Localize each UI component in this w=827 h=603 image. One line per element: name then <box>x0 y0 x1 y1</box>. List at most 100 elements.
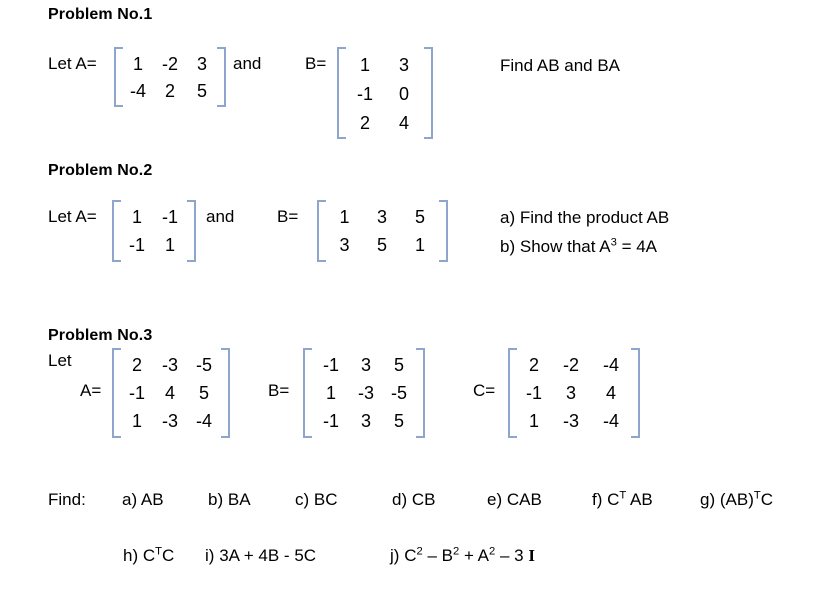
find-item-g: g) (AB)TC <box>700 489 773 512</box>
item-base: C <box>142 546 156 565</box>
item-marker: c) <box>295 490 310 509</box>
item-term-2: – B <box>422 546 453 565</box>
item-marker: e) <box>487 490 503 509</box>
item-marker: g) <box>700 490 716 509</box>
bracket-left <box>303 348 312 438</box>
problem-2-matrix-a: 1 -1 -1 1 <box>112 200 196 262</box>
matrix-cell: -2 <box>161 53 178 74</box>
task-text-post: = 4A <box>616 237 658 256</box>
matrix-a-grid: 1 -1 -1 1 <box>121 200 187 262</box>
matrix-c-grid: 2 -2 -4 -1 3 4 1 -3 -4 <box>517 348 631 438</box>
item-marker: j) <box>390 546 400 565</box>
matrix-cell: 5 <box>196 80 207 101</box>
task-text-pre: Show that A <box>519 237 611 256</box>
problem-1-and-label: and <box>233 54 262 73</box>
matrix-cell: -1 <box>525 383 542 403</box>
matrix-cell: -1 <box>356 83 373 104</box>
task-text: Find the product AB <box>519 208 670 227</box>
bracket-left <box>337 47 346 139</box>
item-rest: C <box>760 490 773 509</box>
problem-2-task-b: b) Show that A3 = 4A <box>500 236 657 259</box>
matrix-a-grid: 1 -2 3 -4 2 5 <box>123 47 217 107</box>
bracket-left <box>112 200 121 262</box>
matrix-cell: -5 <box>195 355 212 375</box>
bracket-right <box>439 200 448 262</box>
bracket-left <box>317 200 326 262</box>
matrix-cell: 2 <box>131 355 142 375</box>
matrix-cell: 5 <box>198 383 209 403</box>
matrix-cell: 1 <box>164 235 175 255</box>
bracket-right <box>424 47 433 139</box>
problem-2-b-label: B= <box>277 207 299 226</box>
matrix-cell: 5 <box>393 411 404 431</box>
problem-1-matrix-b: 1 3 -1 0 2 4 <box>337 47 433 139</box>
problem-3-c-label: C= <box>473 381 496 400</box>
bracket-right <box>631 348 640 438</box>
item-marker: h) <box>123 546 139 565</box>
item-expr: AB <box>140 490 164 509</box>
task-marker: a) <box>500 208 516 227</box>
matrix-cell: 1 <box>131 411 142 431</box>
matrix-cell: 1 <box>359 54 370 75</box>
item-expr: 3A + 4B - 5C <box>219 546 317 565</box>
item-expr: BA <box>227 490 251 509</box>
find-item-e: e) CAB <box>487 489 542 512</box>
transpose-exponent: T <box>155 545 162 558</box>
find-label: Find: <box>48 490 86 509</box>
problem-2-matrix-b: 1 3 5 3 5 1 <box>317 200 448 262</box>
matrix-cell: 2 <box>359 112 370 133</box>
find-item-a: a) AB <box>122 489 164 512</box>
matrix-cell: 1 <box>414 235 425 255</box>
problem-2-heading: Problem No.2 <box>48 162 153 179</box>
item-expr: CAB <box>506 490 542 509</box>
item-expr: CB <box>411 490 436 509</box>
item-marker: f) <box>592 490 603 509</box>
problem-3-matrix-b: -1 3 5 1 -3 -5 -1 3 5 <box>303 348 425 438</box>
matrix-b-grid: -1 3 5 1 -3 -5 -1 3 5 <box>312 348 416 438</box>
matrix-cell: 0 <box>398 83 409 104</box>
item-marker: d) <box>392 490 408 509</box>
bracket-left <box>114 47 123 107</box>
transpose-exponent: T <box>753 489 761 502</box>
matrix-cell: 3 <box>196 53 207 74</box>
matrix-cell: -3 <box>357 383 374 403</box>
matrix-cell: -1 <box>322 411 339 431</box>
bracket-right <box>217 47 226 107</box>
matrix-cell: 2 <box>528 355 539 375</box>
problem-1-heading: Problem No.1 <box>48 6 153 23</box>
problem-2-let-a-label: Let A= <box>48 207 97 226</box>
matrix-cell: 4 <box>605 383 616 403</box>
matrix-cell: 4 <box>164 383 175 403</box>
problem-1-task: Find AB and BA <box>500 56 621 75</box>
matrix-cell: -1 <box>128 383 145 403</box>
matrix-cell: -2 <box>562 355 579 375</box>
matrix-b-grid: 1 3 -1 0 2 4 <box>346 47 424 139</box>
item-term-3: + A <box>459 546 489 565</box>
matrix-cell: 3 <box>339 235 350 255</box>
problem-1-b-label: B= <box>305 54 327 73</box>
matrix-cell: 3 <box>360 411 371 431</box>
item-marker: a) <box>122 490 138 509</box>
find-item-h: h) CTC <box>123 545 174 568</box>
item-rest: AB <box>626 490 653 509</box>
matrix-cell: 1 <box>132 53 143 74</box>
matrix-cell: -4 <box>195 411 212 431</box>
matrix-cell: 3 <box>376 207 387 227</box>
problem-3-a-label: A= <box>80 381 102 400</box>
matrix-b-grid: 1 3 5 3 5 1 <box>326 200 439 262</box>
worksheet-page: Problem No.1 Let A= 1 -2 3 -4 2 5 and B=… <box>0 0 827 603</box>
find-item-f: f) CT AB <box>592 489 653 512</box>
matrix-cell: 5 <box>393 355 404 375</box>
matrix-cell: -5 <box>390 383 407 403</box>
problem-2-and-label: and <box>206 207 235 226</box>
matrix-cell: -4 <box>129 80 146 101</box>
bracket-right <box>187 200 196 262</box>
matrix-cell: -4 <box>602 411 619 431</box>
find-item-b: b) BA <box>208 489 251 512</box>
item-term-4: – 3 <box>495 546 529 565</box>
bracket-right <box>416 348 425 438</box>
matrix-cell: 1 <box>339 207 350 227</box>
matrix-cell: 1 <box>528 411 539 431</box>
matrix-cell: 4 <box>398 112 409 133</box>
bracket-right <box>221 348 230 438</box>
